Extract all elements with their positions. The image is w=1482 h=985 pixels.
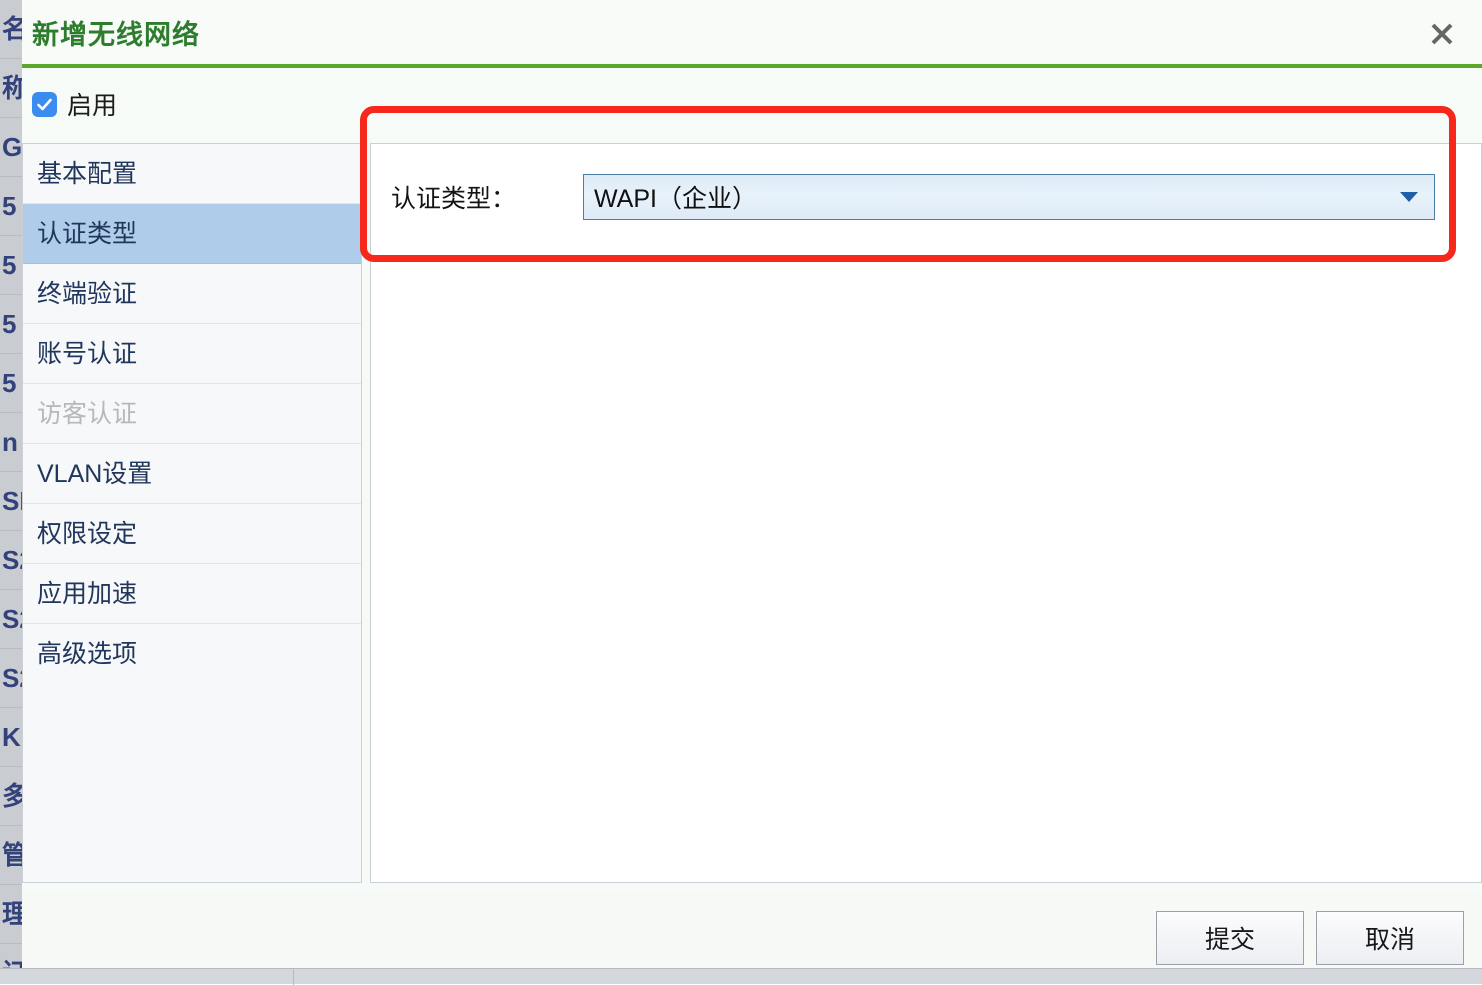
background-table-cell: S2	[0, 590, 22, 649]
background-table-cell: n	[0, 413, 22, 472]
check-icon	[35, 95, 54, 114]
auth-type-field-row: 认证类型： WAPI（企业）	[371, 166, 1481, 228]
dialog-title: 新增无线网络	[32, 20, 200, 50]
auth-type-label: 认证类型：	[391, 185, 517, 213]
settings-content-panel: 认证类型： WAPI（企业）	[370, 143, 1482, 883]
sidebar-item-terminal-verify[interactable]: 终端验证	[23, 264, 361, 324]
auth-type-select[interactable]: WAPI（企业）	[583, 174, 1435, 220]
background-table-cell: 5	[0, 354, 22, 413]
settings-sidebar: 基本配置 认证类型 终端验证 账号认证 访客认证 VLAN设置 权限设定 应用加…	[22, 143, 362, 883]
background-table-cell: 5	[0, 295, 22, 354]
background-table-cell: S2	[0, 649, 22, 708]
background-table-cell: SI	[0, 472, 22, 531]
background-table-cell: 名	[0, 0, 22, 59]
sidebar-item-vlan-settings[interactable]: VLAN设置	[23, 444, 361, 504]
background-bottom-bar	[0, 968, 1482, 985]
background-table-cell: 理	[0, 885, 22, 944]
sidebar-item-app-acceleration[interactable]: 应用加速	[23, 564, 361, 624]
background-table-cell: G	[0, 118, 22, 177]
dialog-titlebar: 新增无线网络	[22, 0, 1482, 68]
background-table-cell: 5	[0, 177, 22, 236]
sidebar-item-basic-config[interactable]: 基本配置	[23, 144, 361, 204]
background-table-cell: 称	[0, 59, 22, 118]
submit-button[interactable]: 提交	[1156, 911, 1304, 965]
enable-label: 启用	[67, 92, 118, 120]
title-separator	[22, 64, 1482, 68]
background-table-cell: S2	[0, 531, 22, 590]
page-root: 名称G5555nSIS2S2S2K多管理订 新增无线网络	[0, 0, 1482, 985]
background-table-cell: K	[0, 708, 22, 767]
dialog-footer: 提交 取消	[22, 893, 1482, 968]
background-table-cell: 管	[0, 826, 22, 885]
close-button[interactable]	[1422, 14, 1462, 54]
background-table-left-edge: 名称G5555nSIS2S2S2K多管理订	[0, 0, 22, 984]
chevron-down-icon	[1400, 192, 1418, 202]
sidebar-item-advanced-options[interactable]: 高级选项	[23, 624, 361, 684]
enable-checkbox[interactable]	[32, 91, 57, 117]
add-wireless-network-dialog: 新增无线网络 启用 基本配置 认证类型 终端验证 账号认证 访客认证 VLAN设…	[22, 0, 1482, 968]
dialog-body: 基本配置 认证类型 终端验证 账号认证 访客认证 VLAN设置 权限设定 应用加…	[22, 141, 1482, 885]
background-table-cell: 多	[0, 767, 22, 826]
sidebar-item-auth-type[interactable]: 认证类型	[23, 204, 361, 264]
sidebar-item-account-auth[interactable]: 账号认证	[23, 324, 361, 384]
sidebar-item-permission-settings[interactable]: 权限设定	[23, 504, 361, 564]
background-table-cell: 5	[0, 236, 22, 295]
auth-type-selected-value: WAPI（企业）	[594, 185, 757, 213]
cancel-button[interactable]: 取消	[1316, 911, 1464, 965]
enable-checkbox-row: 启用	[32, 84, 117, 124]
close-icon	[1428, 20, 1456, 48]
background-bottom-seam	[293, 969, 294, 985]
sidebar-item-guest-auth: 访客认证	[23, 384, 361, 444]
